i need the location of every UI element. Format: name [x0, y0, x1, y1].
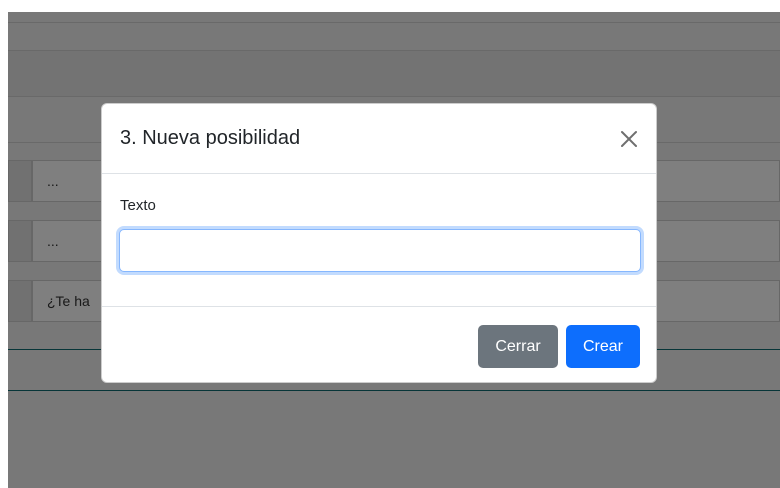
new-possibility-modal: 3. Nueva posibilidad Texto Cerrar Crear [101, 103, 657, 383]
modal-body: Texto [102, 175, 656, 306]
modal-footer: Cerrar Crear [102, 306, 656, 382]
modal-header: 3. Nueva posibilidad [102, 104, 656, 174]
create-button[interactable]: Crear [566, 325, 640, 368]
modal-title: 3. Nueva posibilidad [120, 127, 301, 149]
text-input[interactable] [119, 229, 641, 272]
close-button[interactable]: Cerrar [478, 325, 558, 368]
close-icon[interactable] [614, 124, 644, 154]
text-field-label: Texto [120, 197, 156, 214]
